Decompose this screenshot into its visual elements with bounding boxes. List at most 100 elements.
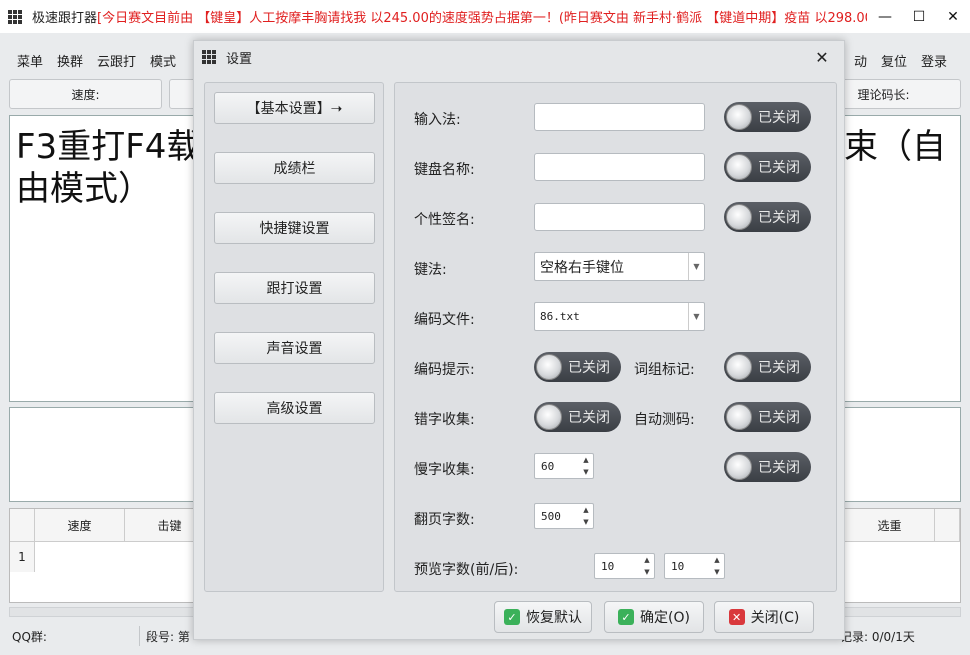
code-file-select[interactable]: 86.txt ▼ [534, 302, 705, 331]
marquee-text: [今日赛文目前由 【键皇】人工按摩丰胸请找我 以245.00的速度强势占据第一！… [97, 11, 868, 26]
toggle-label: 已关闭 [758, 410, 800, 426]
table-corner [10, 509, 35, 542]
settings-form-panel: 输入法: 已关闭 键盘名称: 已关闭 个性签名: 已关闭 键法: 空格右手键位 … [394, 82, 837, 592]
toggle-label: 已关闭 [758, 460, 800, 476]
text-line-1: F3重打F4载 [16, 127, 201, 167]
word-mark-label: 词组标记: [634, 362, 695, 378]
spin-arrows[interactable]: ▲ ▼ [640, 554, 654, 578]
preview-before-spinbox[interactable]: 10 ▲ ▼ [594, 553, 655, 579]
check-icon: ✓ [504, 609, 520, 625]
input-method-toggle[interactable]: 已关闭 [724, 102, 811, 132]
nav-advanced-settings[interactable]: 高级设置 [214, 392, 375, 424]
signature-field[interactable] [534, 203, 705, 231]
page-chars-value: 500 [541, 509, 561, 523]
slow-collect-spinbox[interactable]: 60 ▲ ▼ [534, 453, 594, 479]
menu-item-menu[interactable]: 菜单 [10, 51, 50, 70]
close-button[interactable]: ✕ 关闭(C) [714, 601, 814, 633]
spin-down-icon[interactable]: ▼ [640, 566, 654, 578]
restore-default-button[interactable]: ✓ 恢复默认 [494, 601, 592, 633]
chevron-down-icon[interactable]: ▼ [688, 253, 704, 280]
toggle-label: 已关闭 [568, 360, 610, 376]
input-method-field[interactable] [534, 103, 705, 131]
key-method-select[interactable]: 空格右手键位 ▼ [534, 252, 705, 281]
spin-up-icon[interactable]: ▲ [710, 554, 724, 566]
maximize-button[interactable]: ☐ [902, 0, 936, 33]
menu-item-mode[interactable]: 模式 [143, 51, 183, 70]
text-line-2: 由模式） [16, 169, 152, 209]
nav-score-bar[interactable]: 成绩栏 [214, 152, 375, 184]
ok-button[interactable]: ✓ 确定(O) [604, 601, 704, 633]
nav-sound-settings[interactable]: 声音设置 [214, 332, 375, 364]
settings-nav-panel: 【基本设置】➝ 成绩栏 快捷键设置 跟打设置 声音设置 高级设置 [204, 82, 384, 592]
table-header-filler [935, 509, 960, 542]
spin-down-icon[interactable]: ▼ [710, 566, 724, 578]
column-header-select[interactable]: 选重 [845, 509, 935, 542]
app-title: 极速跟打器 [32, 11, 98, 26]
app-grid-icon [8, 9, 24, 24]
word-mark-toggle[interactable]: 已关闭 [724, 352, 811, 382]
dialog-grid-icon [202, 50, 218, 64]
check-icon: ✓ [618, 609, 635, 625]
row-number: 1 [10, 542, 35, 572]
spin-down-icon[interactable]: ▼ [579, 516, 593, 528]
close-icon: ✕ [728, 609, 745, 625]
slow-collect-value: 60 [541, 459, 555, 473]
title-bar: 极速跟打器 [今日赛文目前由 【键皇】人工按摩丰胸请找我 以245.00的速度强… [0, 0, 970, 33]
auto-code-label: 自动测码: [634, 412, 695, 428]
keyboard-name-field[interactable] [534, 153, 705, 181]
auto-code-toggle[interactable]: 已关闭 [724, 402, 811, 432]
code-hint-toggle[interactable]: 已关闭 [534, 352, 621, 382]
key-method-label: 键法: [414, 262, 447, 278]
page-chars-spinbox[interactable]: 500 ▲ ▼ [534, 503, 594, 529]
toggle-knob [726, 104, 752, 130]
menu-item-auto[interactable]: 动 [847, 51, 874, 70]
toggle-knob [726, 354, 752, 380]
page-chars-label: 翻页字数: [414, 512, 475, 528]
toggle-knob [726, 154, 752, 180]
signature-toggle[interactable]: 已关闭 [724, 202, 811, 232]
column-header-speed[interactable]: 速度 [35, 509, 125, 542]
input-method-label: 输入法: [414, 112, 461, 128]
record-label: 记录: 0/0/1天 [840, 630, 915, 644]
code-hint-label: 编码提示: [414, 362, 475, 378]
toggle-label: 已关闭 [568, 410, 610, 426]
menu-item-login[interactable]: 登录 [914, 51, 954, 70]
error-collect-label: 错字收集: [414, 412, 475, 428]
nav-basic-settings[interactable]: 【基本设置】➝ [214, 92, 375, 124]
toggle-knob [726, 454, 752, 480]
error-collect-toggle[interactable]: 已关闭 [534, 402, 621, 432]
preview-after-value: 10 [671, 559, 685, 573]
minimize-button[interactable]: — [868, 0, 902, 33]
close-label: 关闭(C) [750, 610, 800, 626]
ok-label: 确定(O) [640, 610, 690, 626]
spin-up-icon[interactable]: ▲ [640, 554, 654, 566]
spin-up-icon[interactable]: ▲ [579, 454, 593, 466]
chevron-down-icon[interactable]: ▼ [688, 303, 704, 330]
nav-hotkey-settings[interactable]: 快捷键设置 [214, 212, 375, 244]
window-controls: — ☐ ✕ [868, 0, 970, 33]
slow-collect-label: 慢字收集: [414, 462, 475, 478]
spin-down-icon[interactable]: ▼ [579, 466, 593, 478]
toggle-knob [536, 354, 562, 380]
dialog-title: 设置 [226, 51, 253, 67]
segment-label: 段号: 第 [146, 630, 190, 644]
close-window-button[interactable]: ✕ [936, 0, 970, 33]
menu-item-reset[interactable]: 复位 [874, 51, 914, 70]
toggle-knob [726, 204, 752, 230]
preview-chars-label: 预览字数(前/后): [414, 562, 519, 578]
keyboard-name-toggle[interactable]: 已关闭 [724, 152, 811, 182]
speed-stat-button[interactable]: 速度: [9, 79, 162, 109]
code-file-label: 编码文件: [414, 312, 475, 328]
spin-up-icon[interactable]: ▲ [579, 504, 593, 516]
slow-collect-toggle[interactable]: 已关闭 [724, 452, 811, 482]
spin-arrows[interactable]: ▲ ▼ [710, 554, 724, 578]
preview-after-spinbox[interactable]: 10 ▲ ▼ [664, 553, 725, 579]
menu-item-cloud-typing[interactable]: 云跟打 [90, 51, 143, 70]
nav-typing-settings[interactable]: 跟打设置 [214, 272, 375, 304]
toggle-knob [726, 404, 752, 430]
spin-arrows[interactable]: ▲ ▼ [579, 454, 593, 478]
dialog-close-icon[interactable]: ✕ [812, 47, 832, 67]
toggle-label: 已关闭 [758, 110, 800, 126]
spin-arrows[interactable]: ▲ ▼ [579, 504, 593, 528]
menu-item-switch-group[interactable]: 换群 [50, 51, 90, 70]
